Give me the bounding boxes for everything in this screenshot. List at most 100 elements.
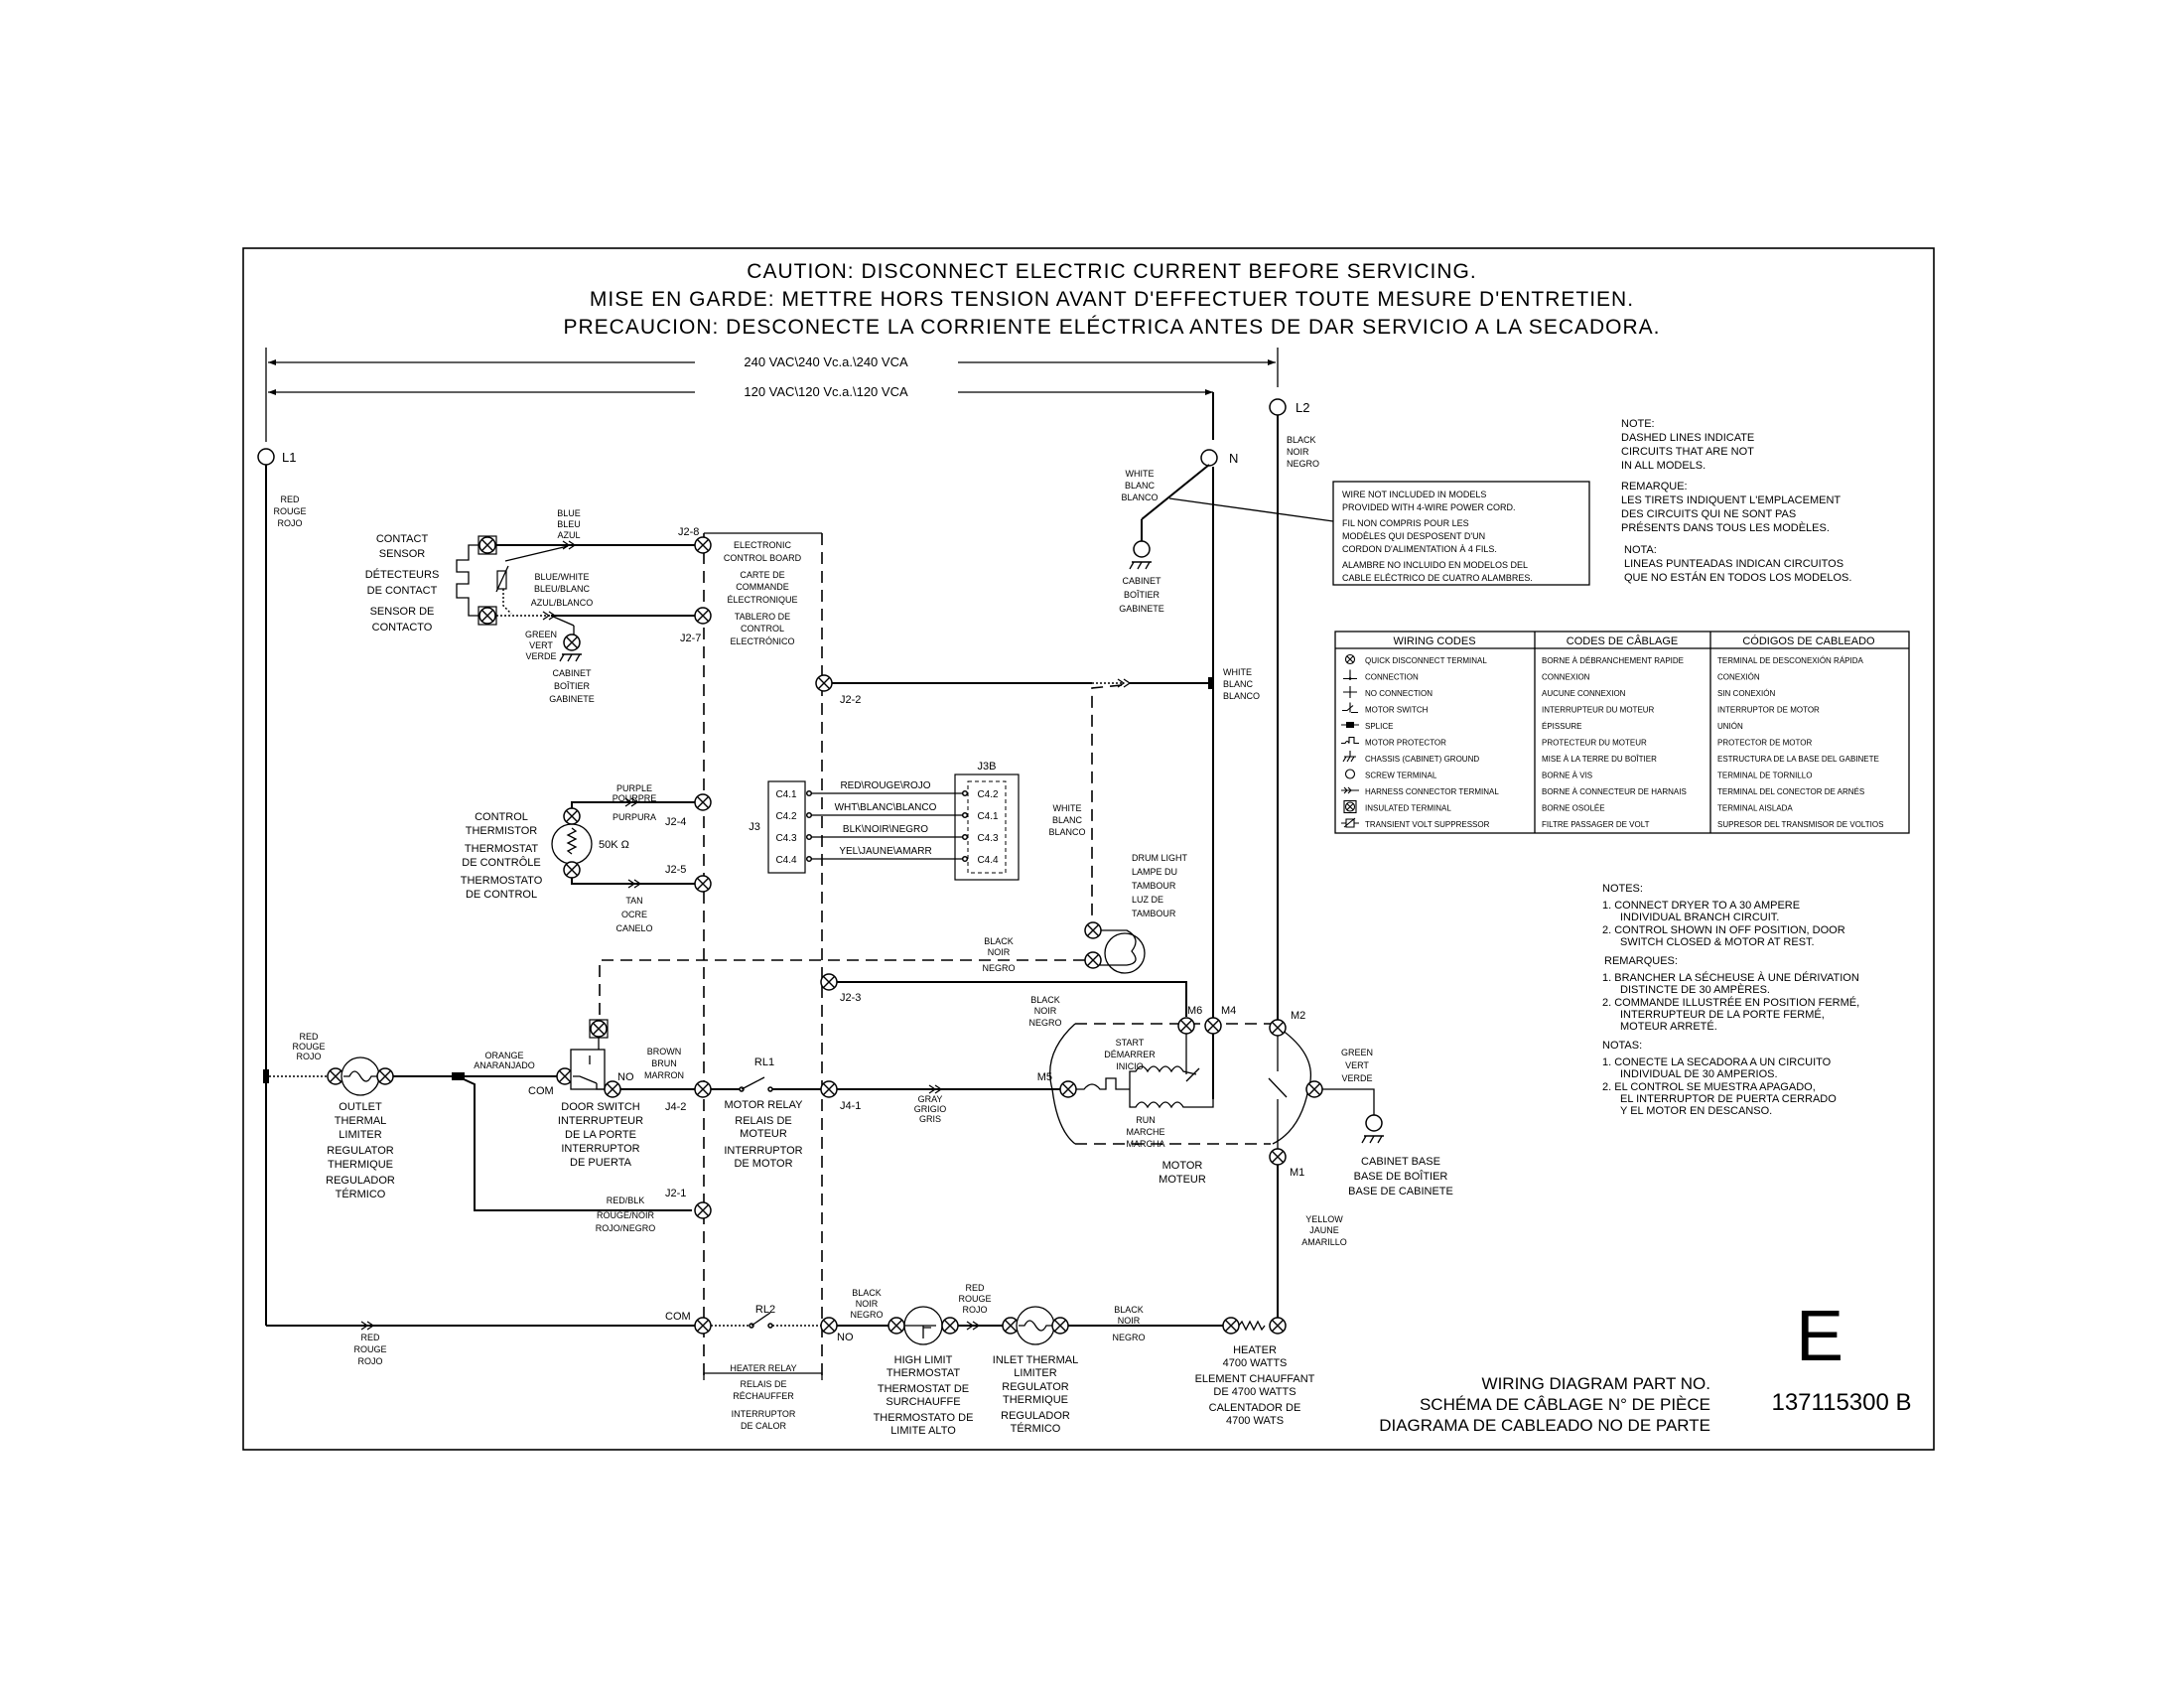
high-limit-terminal xyxy=(941,1317,959,1335)
heater-relay-label: HEATER RELAY xyxy=(730,1363,796,1373)
outlet-limiter-label: REGULATOR xyxy=(327,1145,393,1157)
outlet-limiter-label: OUTLET xyxy=(339,1101,382,1113)
rl2-label: RL2 xyxy=(755,1304,775,1316)
n-screw-terminal xyxy=(1200,449,1218,467)
control-board-label: CARTE DE xyxy=(740,570,784,580)
thermistor-label: DE CONTROL xyxy=(466,889,537,901)
drum-light-label: TAMBOUR xyxy=(1132,909,1176,918)
pin-label: M2 xyxy=(1291,1010,1305,1022)
high-limit-terminal xyxy=(887,1317,905,1335)
wire-color: BRUN xyxy=(651,1058,677,1068)
harness-wire-color: WHT\BLANC\BLANCO xyxy=(835,802,937,813)
drum-light-label: DRUM LIGHT xyxy=(1132,853,1188,863)
drum-light-terminal xyxy=(1084,921,1102,939)
cabinet-label: CABINET xyxy=(552,668,592,678)
harness-pin xyxy=(805,833,813,841)
legend-text-fr: AUCUNE CONNEXION xyxy=(1542,689,1626,698)
wire-color: GRIGIO xyxy=(914,1104,947,1114)
dashed-lines-note: NOTE: DASHED LINES INDICATE CIRCUITS THA… xyxy=(1621,418,1851,584)
legend-text-en: SPLICE xyxy=(1365,722,1393,731)
motor-label: MOTEUR xyxy=(1159,1174,1206,1186)
pin-label: J2-7 xyxy=(680,633,701,644)
wire-color: GRIS xyxy=(919,1114,941,1124)
motor-relay-label: MOTEUR xyxy=(740,1128,787,1140)
legend-text-es: INTERRUPTOR DE MOTOR xyxy=(1717,706,1820,715)
outlet-limiter-label: TÉRMICO xyxy=(336,1188,386,1200)
harness-wire-color: BLK\NOIR\NEGRO xyxy=(843,824,928,835)
legend-text-en: CONNECTION xyxy=(1365,673,1419,682)
com-label: COM xyxy=(528,1085,554,1097)
neutral-wire-color: WHITE xyxy=(1126,469,1155,479)
legend-text-es: UNIÓN xyxy=(1717,722,1743,731)
contact-sensor-label: DE CONTACT xyxy=(367,585,438,597)
heater-terminal xyxy=(1269,1317,1287,1335)
l1-label: L1 xyxy=(282,450,296,465)
outlet-limiter-label: LIMITER xyxy=(339,1129,381,1141)
harness-wire-color: RED\ROUGE\ROJO xyxy=(840,780,930,791)
revision-letter: E xyxy=(1796,1297,1843,1376)
legend-text-es: TERMINAL DE TORNILLO xyxy=(1717,772,1812,780)
l1-wire-color: ROJO xyxy=(277,518,302,528)
legend-text-es: TERMINAL DEL CONECTOR DE ARNÉS xyxy=(1717,787,1864,796)
j2-7-terminal xyxy=(694,607,712,625)
chassis-ground-icon xyxy=(559,653,583,662)
thermistor-label: CONTROL xyxy=(475,811,528,823)
wire-color: BLACK xyxy=(984,936,1014,946)
note-line: NOTA: xyxy=(1624,544,1657,556)
cabinet-base-screw xyxy=(1365,1114,1383,1132)
harness-wire-color: YEL\JAUNE\AMARR xyxy=(839,846,931,857)
wire-color: BLACK xyxy=(852,1288,882,1298)
wire-color: BLACK xyxy=(1030,995,1060,1005)
wire-color: NOIR xyxy=(856,1299,879,1309)
electronic-control-board: ELECTRONIC CONTROL BOARD CARTE DE COMMAN… xyxy=(703,532,823,1380)
note-line: CIRCUITS THAT ARE NOT xyxy=(1621,446,1754,458)
legend-header: CODES DE CÂBLAGE xyxy=(1567,634,1678,647)
note-line: DES CIRCUITS QUI NE SONT PAS xyxy=(1621,508,1796,520)
control-board-label: ELECTRÓNICO xyxy=(730,636,794,646)
note-line: WIRE NOT INCLUDED IN MODELS xyxy=(1342,490,1486,499)
m1-terminal xyxy=(1269,1148,1287,1166)
door-switch-no-terminal xyxy=(604,1080,621,1098)
wiring-diagram-sheet: CAUTION: DISCONNECT ELECTRIC CURRENT BEF… xyxy=(242,247,1935,1451)
heater-label: 4700 WATS xyxy=(1226,1415,1284,1427)
control-board-label: CONTROL xyxy=(741,624,784,633)
wire-color: CANELO xyxy=(615,923,652,933)
cabinet-base-label: BASE DE CABINETE xyxy=(1348,1186,1453,1197)
neutral-wire-color: BLANC xyxy=(1125,481,1156,491)
heater-relay-label: INTERRUPTOR xyxy=(732,1409,796,1419)
note-line: INDIVIDUAL BRANCH CIRCUIT. xyxy=(1620,912,1779,923)
pin-label: J2-3 xyxy=(840,992,861,1004)
j2-5-terminal xyxy=(694,875,712,893)
motor-switch-icon xyxy=(1185,1067,1200,1082)
outlet-limiter-label: THERMIQUE xyxy=(328,1159,393,1171)
wire-color: NOIR xyxy=(1118,1316,1141,1326)
four-wire-note: WIRE NOT INCLUDED IN MODELS PROVIDED WIT… xyxy=(1168,481,1590,586)
note-line: 1. CONECTE LA SECADORA A UN CIRCUITO xyxy=(1602,1056,1832,1068)
cabinet-label: BOÎTIER xyxy=(554,681,591,691)
wire-color: RED xyxy=(965,1283,985,1293)
wire-color: NOIR xyxy=(988,947,1011,957)
note-line: 1. BRANCHER LA SÉCHEUSE À UNE DÉRIVATION xyxy=(1602,971,1859,984)
legend-text-fr: ÉPISSURE xyxy=(1542,722,1581,731)
part-no-label: WIRING DIAGRAM PART NO. xyxy=(1482,1374,1710,1393)
start-winding-label: START xyxy=(1116,1038,1145,1048)
note-line: NOTE: xyxy=(1621,418,1655,430)
wire-color: BLANC xyxy=(1052,815,1083,825)
inlet-limiter-label: LIMITER xyxy=(1014,1367,1056,1379)
thermistor-value: 50K Ω xyxy=(599,839,629,851)
wire-color: GRAY xyxy=(918,1094,943,1104)
j3b-pin-label: C4.3 xyxy=(977,833,999,844)
l1-wire-color: RED xyxy=(280,494,300,504)
legend-text-en: SCREW TERMINAL xyxy=(1365,772,1437,780)
wire-color: NOIR xyxy=(1034,1006,1057,1016)
thermistor-terminal xyxy=(563,807,581,825)
caution-es: PRECAUCION: DESCONECTE LA CORRIENTE ELÉC… xyxy=(563,316,1660,339)
l1-screw-terminal xyxy=(257,448,275,466)
notes-title: NOTES: xyxy=(1602,883,1643,895)
door-switch-icon xyxy=(570,1049,606,1090)
legend-text-en: MOTOR SWITCH xyxy=(1365,706,1429,715)
legend-row: QUICK DISCONNECT TERMINAL BORNE À DÉBRANC… xyxy=(1344,653,1864,665)
legend-header: CÓDIGOS DE CABLEADO xyxy=(1742,634,1875,647)
drum-light: DRUM LIGHT LAMPE DU TAMBOUR LUZ DE TAMBO… xyxy=(599,853,1188,1025)
l1-wire-color: ROUGE xyxy=(273,506,306,516)
